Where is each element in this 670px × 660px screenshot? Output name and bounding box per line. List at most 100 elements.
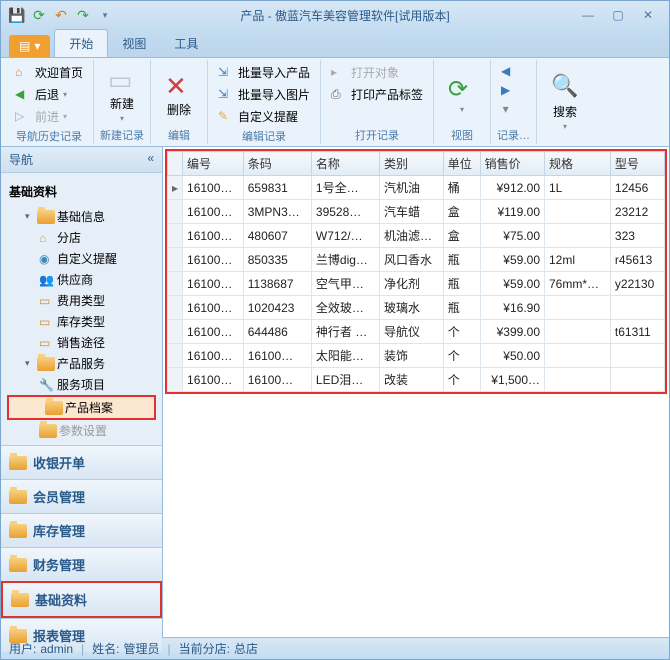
- col-spec[interactable]: 规格: [545, 152, 611, 176]
- ribbon: ⌂欢迎首页 ◀后退 ▾ ▷前进 ▾ 导航历史记录 ▭ 新建 ▾ 新建记录 ✕ 删…: [1, 57, 669, 147]
- col-id[interactable]: 编号: [183, 152, 244, 176]
- acc-member[interactable]: 会员管理: [1, 479, 162, 513]
- product-table[interactable]: 编号 条码 名称 类别 单位 销售价 规格 型号 ▸ 16100… 659831…: [167, 151, 665, 392]
- acc-finance[interactable]: 财务管理: [1, 547, 162, 581]
- sidebar-collapse-icon[interactable]: «: [147, 151, 154, 168]
- tree-supplier[interactable]: 👥供应商: [3, 269, 160, 290]
- group-open-label: 打开记录: [327, 126, 427, 144]
- table-row[interactable]: 16100… 16100… 太阳能… 装饰 个 ¥50.00: [168, 344, 665, 368]
- tree-prod-archive[interactable]: 产品档案: [7, 395, 156, 420]
- table-row[interactable]: 16100… 1138687 空气甲… 净化剂 瓶 ¥59.00 76mm*… …: [168, 272, 665, 296]
- back-label: 后退: [35, 86, 59, 103]
- save-icon[interactable]: 💾: [9, 7, 25, 23]
- tab-start[interactable]: 开始: [54, 29, 108, 57]
- table-row[interactable]: 16100… 1020423 全效玻… 玻璃水 瓶 ¥16.90: [168, 296, 665, 320]
- group-input-label: 编辑记录: [214, 127, 314, 145]
- print-tag-button[interactable]: ⎙打印产品标签: [327, 84, 427, 105]
- cell-price: ¥1,500…: [480, 368, 544, 392]
- remind-icon: ✎: [218, 109, 234, 125]
- tree-label: 产品服务: [57, 355, 105, 372]
- col-name[interactable]: 名称: [311, 152, 379, 176]
- table-row[interactable]: 16100… 850335 兰博dig… 风口香水 瓶 ¥59.00 12ml …: [168, 248, 665, 272]
- col-category[interactable]: 类别: [380, 152, 444, 176]
- tab-tools[interactable]: 工具: [160, 30, 212, 57]
- status-branch-label: 当前分店:: [179, 640, 230, 657]
- cell-spec: 12ml: [545, 248, 611, 272]
- table-row[interactable]: 16100… 16100… LED泪… 改装 个 ¥1,500…: [168, 368, 665, 392]
- search-button[interactable]: 🔍 搜索 ▾: [543, 62, 587, 142]
- col-model[interactable]: 型号: [610, 152, 664, 176]
- tree-label: 基础信息: [57, 208, 105, 225]
- row-indicator: [168, 200, 183, 224]
- tree-fee-type[interactable]: ▭费用类型: [3, 290, 160, 311]
- bulk-import-product-button[interactable]: ⇲批量导入产品: [214, 62, 314, 83]
- table-row[interactable]: ▸ 16100… 659831 1号全… 汽机油 桶 ¥912.00 1L 12…: [168, 176, 665, 200]
- tree-prod-service[interactable]: ▾ 产品服务: [3, 353, 160, 374]
- collapse-icon[interactable]: ▾: [25, 358, 35, 369]
- row-indicator-header: [168, 152, 183, 176]
- cell-category: 机油滤…: [380, 224, 444, 248]
- import-icon: ⇲: [218, 65, 234, 81]
- people-icon: 👥: [39, 273, 55, 287]
- back-button[interactable]: ◀后退 ▾: [11, 84, 87, 105]
- table-row[interactable]: 16100… 480607 W712/… 机油滤… 盒 ¥75.00 323: [168, 224, 665, 248]
- view-button[interactable]: ⟳ ▾: [440, 62, 484, 126]
- separator: |: [81, 642, 84, 656]
- tree-stock-type[interactable]: ▭库存类型: [3, 311, 160, 332]
- delete-button[interactable]: ✕ 删除: [157, 62, 201, 126]
- welcome-label: 欢迎首页: [35, 64, 83, 81]
- acc-cashier[interactable]: 收银开单: [1, 445, 162, 479]
- maximize-button[interactable]: ▢: [607, 8, 629, 22]
- collapse-icon[interactable]: ▾: [25, 211, 35, 222]
- file-menu-button[interactable]: ▤ ▾: [9, 35, 50, 57]
- open-object-button[interactable]: ▸打开对象: [327, 62, 427, 83]
- cell-price: ¥59.00: [480, 272, 544, 296]
- acc-stock[interactable]: 库存管理: [1, 513, 162, 547]
- cell-name: W712/…: [311, 224, 379, 248]
- cell-unit: 盒: [443, 200, 480, 224]
- cell-spec: [545, 344, 611, 368]
- qat-dropdown-icon[interactable]: ▾: [97, 7, 113, 23]
- col-unit[interactable]: 单位: [443, 152, 480, 176]
- minimize-button[interactable]: —: [577, 8, 599, 22]
- col-price[interactable]: 销售价: [480, 152, 544, 176]
- col-barcode[interactable]: 条码: [243, 152, 311, 176]
- cell-id: 16100…: [183, 344, 244, 368]
- acc-basedata[interactable]: 基础资料: [1, 581, 162, 618]
- custom-remind-button[interactable]: ✎自定义提醒: [214, 106, 314, 127]
- redo-icon[interactable]: ↷: [75, 7, 91, 23]
- cell-barcode: 850335: [243, 248, 311, 272]
- more-icon: ▾: [503, 102, 509, 116]
- row-indicator: [168, 248, 183, 272]
- tree-param[interactable]: 参数设置: [3, 420, 160, 441]
- tree-branch[interactable]: ⌂分店: [3, 227, 160, 248]
- folder-icon: [37, 357, 55, 371]
- table-row[interactable]: 16100… 3MPN3… 39528… 汽车蜡 盒 ¥119.00 23212: [168, 200, 665, 224]
- record-more-button[interactable]: ▾: [499, 100, 513, 118]
- welcome-button[interactable]: ⌂欢迎首页: [11, 62, 87, 83]
- table-header-row: 编号 条码 名称 类别 单位 销售价 规格 型号: [168, 152, 665, 176]
- bulk-import-image-button[interactable]: ⇲批量导入图片: [214, 84, 314, 105]
- forward-button[interactable]: ▷前进 ▾: [11, 106, 87, 127]
- print-tag-label: 打印产品标签: [351, 86, 423, 103]
- tree-base-info[interactable]: ▾ 基础信息: [3, 206, 160, 227]
- cell-spec: 76mm*…: [545, 272, 611, 296]
- undo-icon[interactable]: ↶: [53, 7, 69, 23]
- cell-model: 323: [610, 224, 664, 248]
- folder-icon: [39, 424, 57, 438]
- tab-view[interactable]: 视图: [108, 30, 160, 57]
- cell-spec: [545, 320, 611, 344]
- cell-id: 16100…: [183, 200, 244, 224]
- tree-sales-channel[interactable]: ▭销售途径: [3, 332, 160, 353]
- table-row[interactable]: 16100… 644486 神行者 … 导航仪 个 ¥399.00 t61311: [168, 320, 665, 344]
- tree-root[interactable]: 基础资料: [3, 177, 160, 206]
- close-button[interactable]: ✕: [637, 8, 659, 22]
- record-next-button[interactable]: ▶: [497, 81, 514, 99]
- new-button[interactable]: ▭ 新建 ▾: [100, 62, 144, 126]
- tree-custom-remind[interactable]: ◉自定义提醒: [3, 248, 160, 269]
- refresh-icon[interactable]: ⟳: [31, 7, 47, 23]
- tree-service-item[interactable]: 🔧服务项目: [3, 374, 160, 395]
- record-prev-button[interactable]: ◀: [497, 62, 514, 80]
- title-bar: 💾 ⟳ ↶ ↷ ▾ 产品 - 傲蓝汽车美容管理软件[试用版本] — ▢ ✕: [1, 1, 669, 29]
- cell-category: 净化剂: [380, 272, 444, 296]
